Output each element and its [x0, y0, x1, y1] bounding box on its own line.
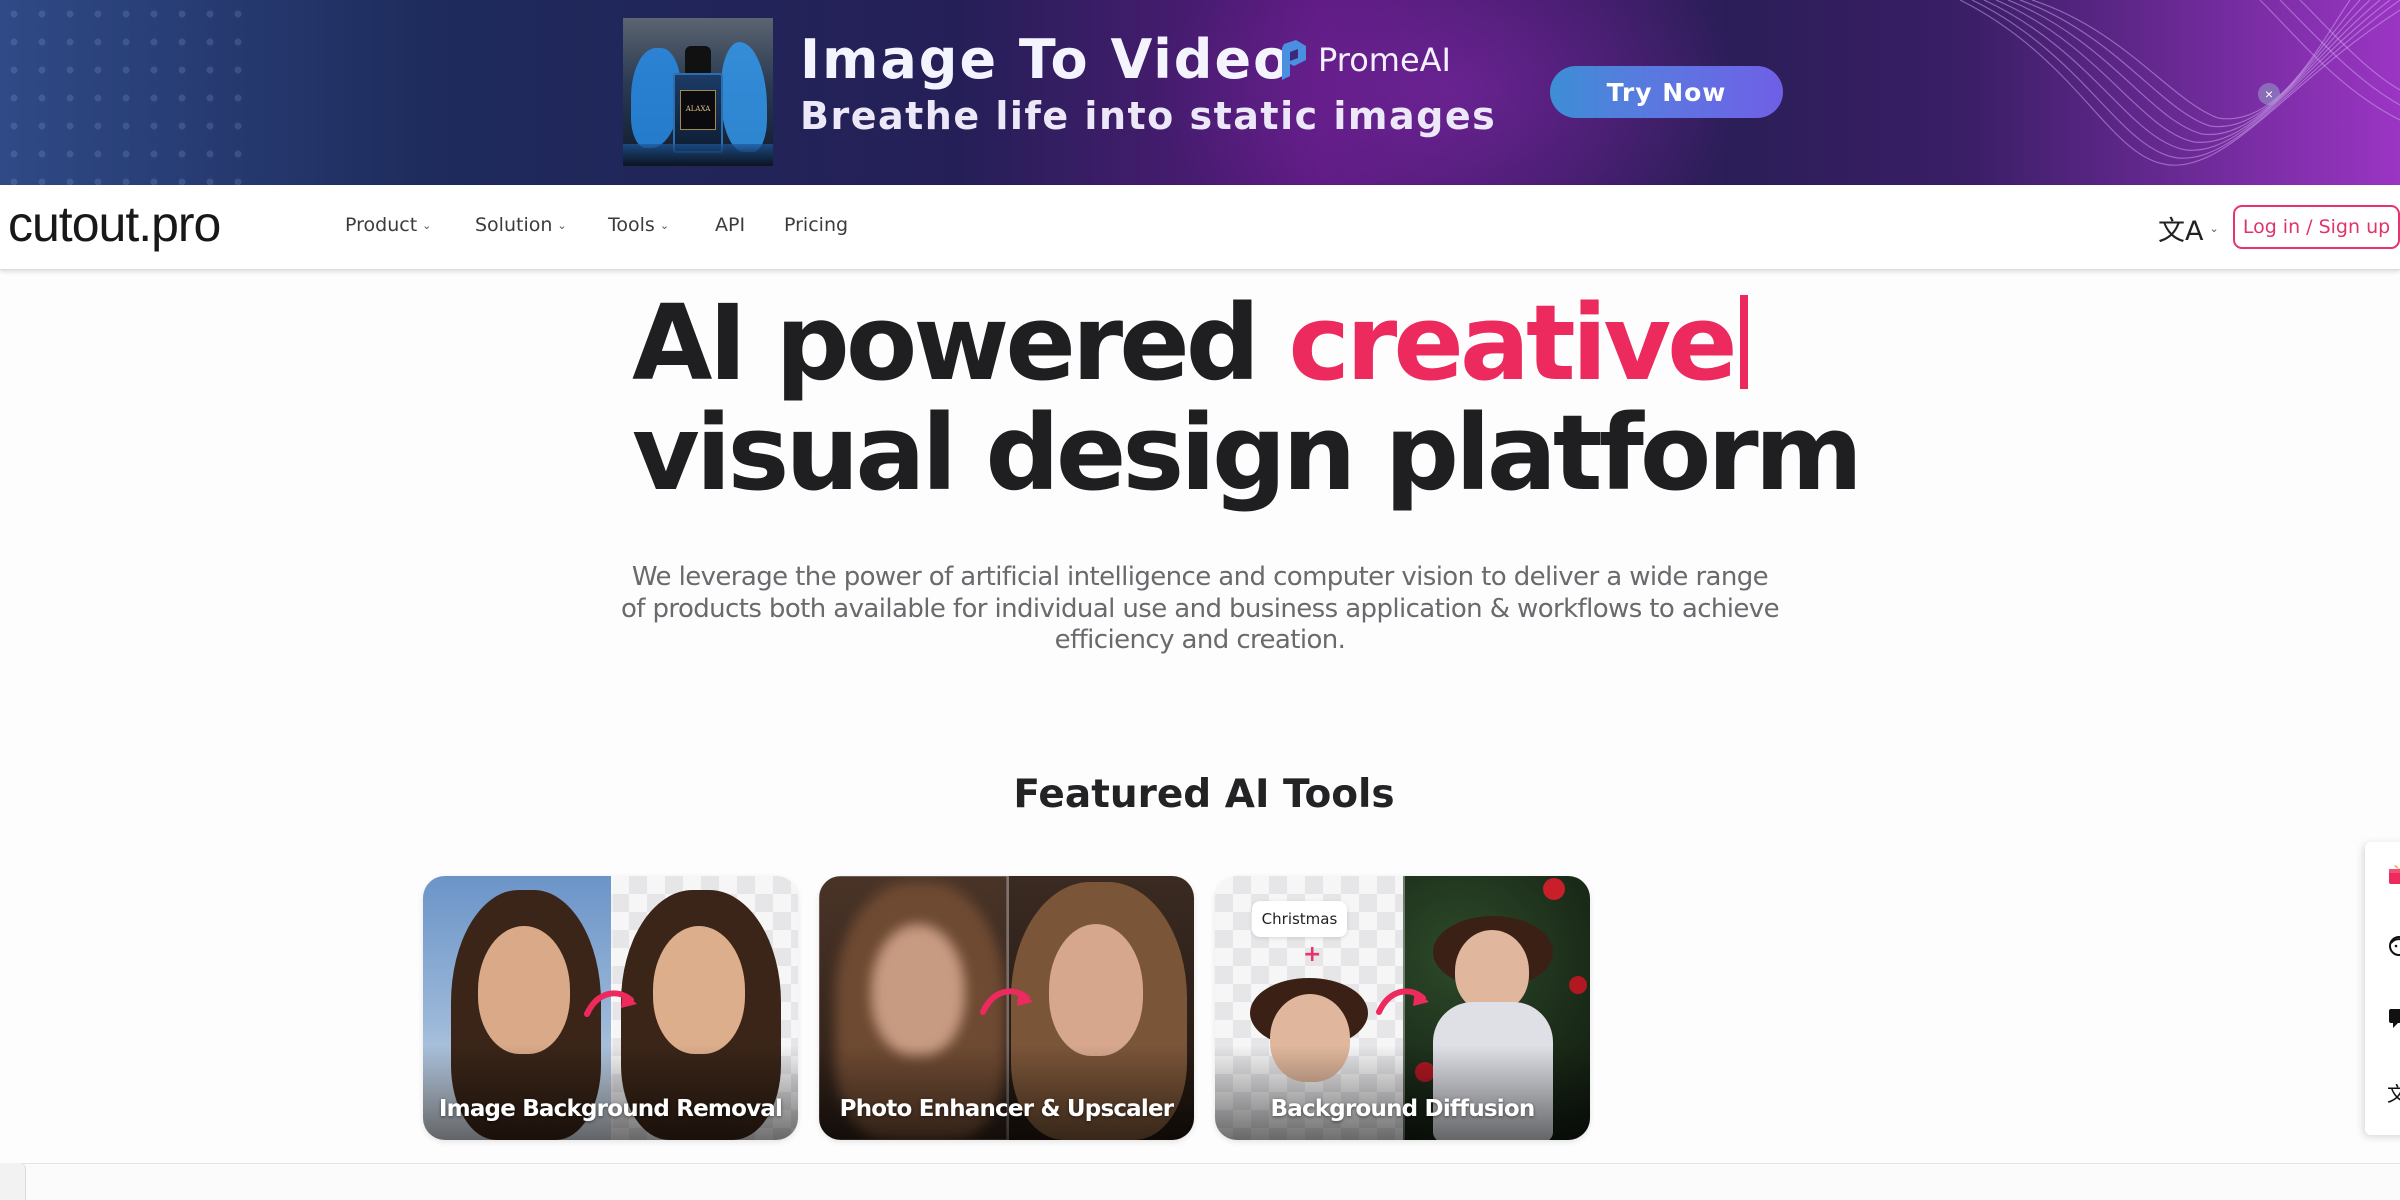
- floating-side-toolbar: 文: [2365, 842, 2400, 1135]
- tool-card-photo-enhancer[interactable]: Photo Enhancer & Upscaler: [819, 876, 1194, 1140]
- nav-item-solution[interactable]: Solution ⌄: [475, 214, 567, 236]
- nav-item-label: Solution: [475, 214, 553, 236]
- nav-item-label: Tools: [608, 214, 655, 236]
- nav-item-label: Product: [345, 214, 418, 236]
- arrow-icon: [1376, 988, 1429, 1015]
- gift-icon[interactable]: [2387, 862, 2400, 893]
- try-now-button[interactable]: Try Now: [1550, 66, 1783, 118]
- card-title: Photo Enhancer & Upscaler: [839, 1096, 1174, 1122]
- promo-banner[interactable]: ALAXA Image To Video PromeAI Breathe lif…: [0, 0, 2400, 185]
- plus-icon: +: [1303, 942, 1322, 967]
- section-tab-notch: [0, 1163, 26, 1200]
- featured-tools-title: Featured AI Tools: [1013, 772, 1395, 817]
- login-signup-button[interactable]: Log in / Sign up: [2233, 205, 2400, 249]
- translate-icon: 文A: [2158, 216, 2204, 247]
- site-logo[interactable]: cutout.pro: [8, 195, 221, 253]
- headline-accent-word: creative: [1288, 282, 1737, 404]
- headline-line2: visual design platform: [632, 392, 1863, 514]
- chevron-down-icon: ⌄: [2209, 223, 2219, 235]
- nav-item-tools[interactable]: Tools ⌄: [608, 214, 669, 236]
- promeai-logo-icon: [1282, 40, 1306, 80]
- nav-item-label: API: [715, 214, 746, 236]
- promeai-brand: PromeAI: [1278, 40, 1451, 80]
- feedback-icon[interactable]: [2387, 1006, 2400, 1037]
- nav-item-label: Pricing: [784, 214, 849, 236]
- banner-wave-lines: [1960, 0, 2400, 166]
- banner-dot-pattern: [0, 0, 260, 185]
- arrow-icon: [584, 990, 637, 1017]
- headline-text: AI powered: [632, 282, 1289, 404]
- chevron-down-icon: ⌄: [557, 218, 567, 232]
- chevron-down-icon: ⌄: [422, 218, 432, 232]
- card-title: Image Background Removal: [438, 1096, 783, 1122]
- chevron-down-icon: ⌄: [659, 218, 670, 232]
- banner-title: Image To Video: [800, 28, 1293, 91]
- hero-description: We leverage the power of artificial inte…: [621, 562, 1780, 655]
- nav-item-api[interactable]: API: [715, 214, 745, 236]
- hero-headline: AI powered creative visual design platfo…: [632, 288, 1932, 508]
- next-section-edge: [0, 1163, 2400, 1200]
- perfume-thumbnail: ALAXA: [623, 18, 773, 166]
- translate-icon[interactable]: 文: [2387, 1078, 2400, 1107]
- promeai-brand-text: PromeAI: [1318, 41, 1451, 79]
- close-icon[interactable]: ×: [2258, 83, 2280, 105]
- nav-item-product[interactable]: Product ⌄: [345, 214, 431, 236]
- typing-cursor: [1739, 295, 1748, 389]
- top-navigation: cutout.pro Product ⌄ Solution ⌄ Tools ⌄ …: [0, 185, 2400, 270]
- tool-card-background-removal[interactable]: Image Background Removal: [423, 876, 798, 1140]
- card-title: Background Diffusion: [1270, 1096, 1536, 1122]
- language-selector[interactable]: 文A ⌄: [2158, 209, 2219, 248]
- banner-subtitle: Breathe life into static images: [800, 94, 1497, 138]
- arrow-icon: [980, 988, 1033, 1015]
- tool-card-background-diffusion[interactable]: Christmas + Background Diffusion: [1215, 876, 1590, 1140]
- face-icon[interactable]: [2387, 934, 2400, 965]
- prompt-chip: Christmas: [1252, 901, 1347, 937]
- nav-item-pricing[interactable]: Pricing: [784, 214, 848, 236]
